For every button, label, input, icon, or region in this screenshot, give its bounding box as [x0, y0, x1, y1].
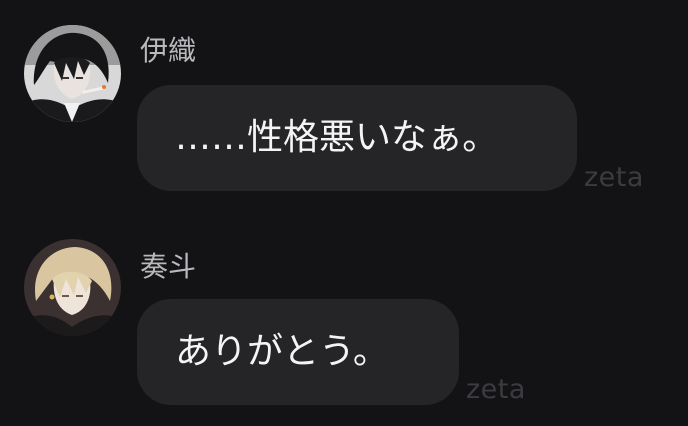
message-bubble[interactable]: ありがとう。 [137, 299, 459, 405]
chat-view: 伊織 ……性格悪いなぁ。 zeta 奏斗 ありがとう。 zeta [0, 0, 688, 426]
zeta-watermark: zeta [466, 374, 526, 405]
character-avatar-blond-hair-icon [24, 239, 121, 336]
avatar-kanato[interactable] [24, 239, 121, 336]
message-text: ありがとう。 [175, 331, 389, 372]
sender-name: 奏斗 [140, 250, 197, 283]
chat-message: 奏斗 ありがとう。 zeta [0, 0, 688, 426]
